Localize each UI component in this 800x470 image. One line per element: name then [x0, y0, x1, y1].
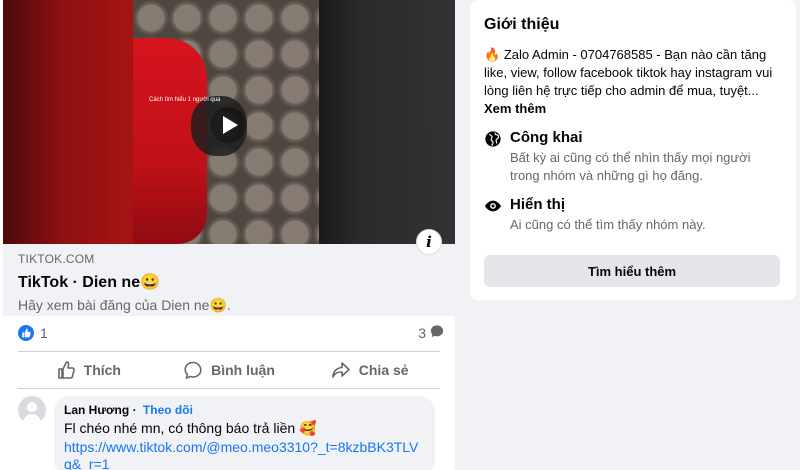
- privacy-visible: Hiển thị Ai cũng có thể tìm thấy nhóm nà…: [484, 196, 782, 234]
- thumbnail-left-panel: [3, 0, 133, 244]
- like-icon: [57, 361, 75, 379]
- fire-icon: 🔥: [484, 47, 501, 62]
- comment-button[interactable]: Bình luận: [159, 353, 300, 387]
- privacy-public: Công khai Bất kỳ ai cũng có thể nhìn thấ…: [484, 129, 782, 185]
- likes-summary[interactable]: 1: [18, 325, 48, 341]
- globe-icon: [484, 129, 510, 185]
- likes-count: 1: [40, 325, 48, 341]
- about-intro-text: Zalo Admin - 0704768585 - Bạn nào cần tă…: [484, 47, 773, 98]
- like-button[interactable]: Thích: [18, 353, 159, 387]
- avatar[interactable]: [18, 396, 46, 424]
- public-description: Bất kỳ ai cũng có thể nhìn thấy mọi ngườ…: [510, 150, 751, 183]
- public-title: Công khai: [510, 129, 583, 146]
- learn-more-button[interactable]: Tìm hiểu thêm: [484, 255, 780, 287]
- comment-link[interactable]: https://www.tiktok.com/@meo.meo3310?_t=8…: [64, 439, 425, 470]
- follow-button[interactable]: Theo dõi: [143, 403, 193, 417]
- video-caption: Cách tìm hiểu 1 người qua: [149, 97, 221, 103]
- divider: [18, 351, 440, 352]
- comment-bubble: Lan Hương · Theo dõi Fl chéo nhé mn, có …: [54, 396, 435, 470]
- comment-separator: ·: [132, 403, 137, 417]
- about-title: Giới thiệu: [484, 16, 560, 33]
- eye-icon: [484, 196, 510, 234]
- post-card: Cách tìm hiểu 1 người qua i TIKTOK.COM T…: [0, 0, 455, 470]
- see-more-link[interactable]: Xem thêm: [484, 101, 546, 116]
- divider: [18, 388, 440, 389]
- thumbnail-right-panel: [319, 0, 455, 244]
- link-domain: TIKTOK.COM: [18, 252, 95, 266]
- share-label: Chia sẻ: [358, 362, 409, 378]
- video-thumbnail[interactable]: Cách tìm hiểu 1 người qua: [3, 0, 455, 244]
- reaction-stats: 1 3: [18, 324, 444, 342]
- about-card: Giới thiệu 🔥 Zalo Admin - 0704768585 - B…: [470, 0, 796, 300]
- link-preview[interactable]: TIKTOK.COM TikTok · Dien ne😀 Hãy xem bài…: [3, 244, 455, 316]
- comment-text: Fl chéo nhé mn, có thông báo trả liền 🥰: [64, 420, 317, 436]
- comment-count-icon: [430, 324, 444, 343]
- comment-label: Bình luận: [211, 362, 275, 378]
- like-label: Thích: [83, 362, 121, 378]
- link-description: Hãy xem bài đăng của Dien ne😀.: [18, 297, 231, 313]
- comment-icon: [184, 361, 202, 380]
- share-button[interactable]: Chia sẻ: [299, 353, 440, 387]
- info-icon[interactable]: i: [416, 229, 442, 255]
- post-actions: Thích Bình luận Chia sẻ: [18, 353, 440, 387]
- comment-author[interactable]: Lan Hương: [64, 403, 129, 417]
- comments-count: 3: [418, 325, 426, 341]
- about-intro: 🔥 Zalo Admin - 0704768585 - Bạn nào cần …: [484, 46, 782, 118]
- visible-description: Ai cũng có thể tìm thấy nhóm này.: [510, 217, 706, 232]
- link-title: TikTok · Dien ne😀: [18, 274, 161, 291]
- visible-title: Hiển thị: [510, 196, 565, 213]
- play-icon[interactable]: [210, 107, 246, 143]
- like-reaction-icon: [18, 325, 34, 341]
- share-icon: [331, 362, 350, 378]
- comments-summary[interactable]: 3: [412, 324, 444, 343]
